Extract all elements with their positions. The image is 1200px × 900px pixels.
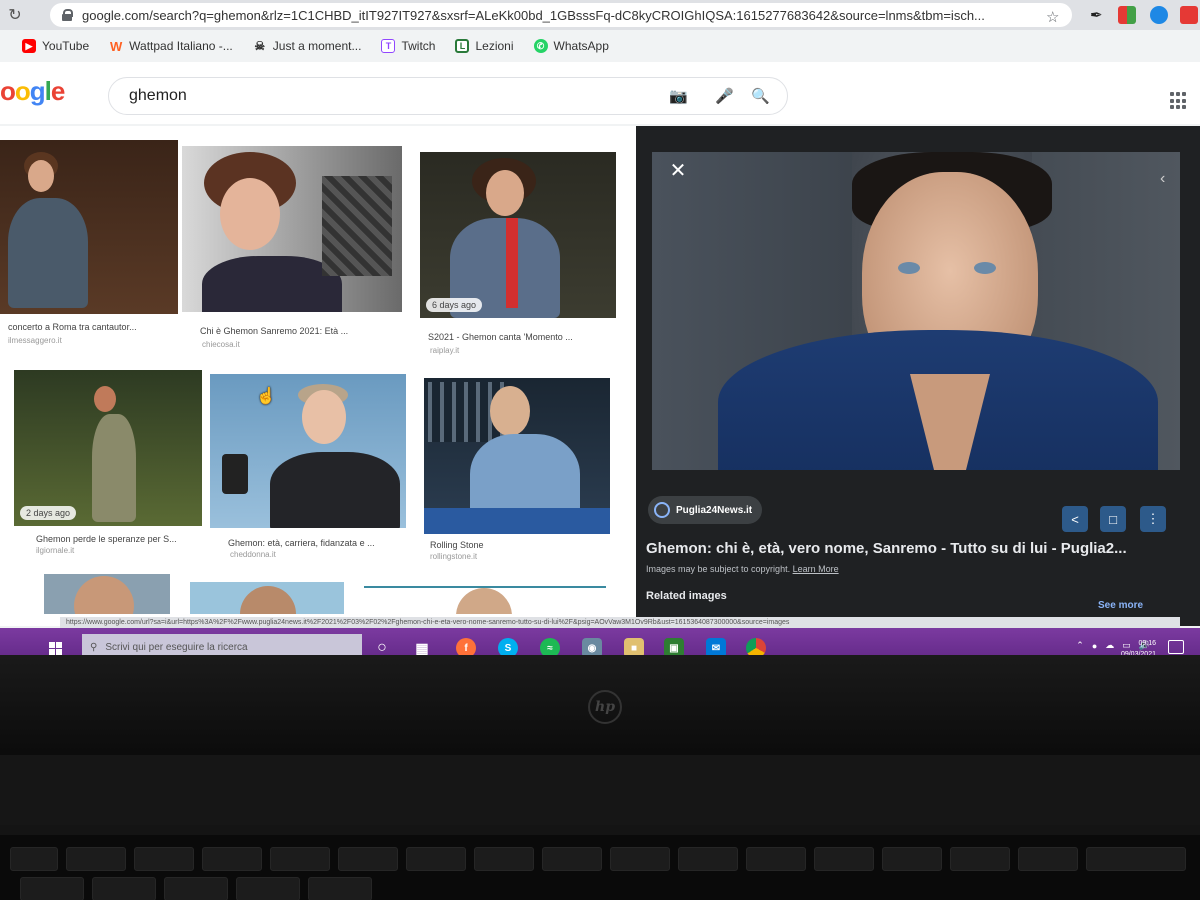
related-images-heading: Related images xyxy=(646,590,727,602)
cloud-icon[interactable]: ☁ xyxy=(1105,640,1114,651)
preview-title[interactable]: Ghemon: chi è, età, vero nome, Sanremo -… xyxy=(646,540,1166,557)
result-title[interactable]: Chi è Ghemon Sanremo 2021: Età ... xyxy=(200,326,380,336)
bookmark-wattpad[interactable]: W Wattpad Italiano -... xyxy=(109,38,233,54)
laptop-keyboard xyxy=(0,835,1200,900)
result-thumbnail[interactable] xyxy=(190,582,344,614)
chevron-up-icon[interactable]: ⌃ xyxy=(1076,640,1084,651)
wattpad-icon: W xyxy=(110,38,123,54)
save-bookmark-icon[interactable]: □ xyxy=(1100,506,1126,532)
result-thumbnail[interactable] xyxy=(364,586,606,614)
bookmark-lezioni[interactable]: L Lezioni xyxy=(455,39,514,53)
lock-icon xyxy=(62,9,73,21)
twitch-icon: T xyxy=(381,39,396,53)
url-text[interactable]: google.com/search?q=ghemon&rlz=1C1CHBD_i… xyxy=(82,8,1042,23)
result-thumbnail[interactable] xyxy=(0,140,178,314)
time-badge: 6 days ago xyxy=(426,298,483,312)
result-source: chiecosa.it xyxy=(202,340,240,349)
image-results: concerto a Roma tra cantautor... ilmessa… xyxy=(0,126,636,626)
laptop-hinge xyxy=(0,755,1200,825)
more-options-icon[interactable]: ⋮ xyxy=(1140,506,1166,532)
search-input[interactable]: ghemon 📷 🎤 🔍 xyxy=(108,77,788,115)
result-title[interactable]: Ghemon perde le speranze per S... xyxy=(36,534,196,544)
copyright-notice: Images may be subject to copyright. Lear… xyxy=(646,564,839,574)
search-icon[interactable]: 🔍 xyxy=(751,87,770,105)
hp-logo: hp xyxy=(588,690,622,724)
lezioni-icon: L xyxy=(455,39,470,53)
result-thumbnail[interactable] xyxy=(182,146,402,312)
result-title[interactable]: Rolling Stone xyxy=(430,540,580,550)
search-icon: ⚲ xyxy=(90,641,98,653)
google-header: oogle ghemon 📷 🎤 🔍 xyxy=(0,62,1200,124)
google-logo[interactable]: oogle xyxy=(0,76,65,107)
preview-image[interactable] xyxy=(652,152,1180,470)
result-source: cheddonna.it xyxy=(230,550,276,559)
time-badge: 2 days ago xyxy=(20,506,77,520)
reload-icon[interactable]: ↻ xyxy=(0,5,30,25)
learn-more-link[interactable]: Learn More xyxy=(793,564,839,574)
screen: ↻ google.com/search?q=ghemon&rlz=1C1CHBD… xyxy=(0,0,1200,680)
globe-icon xyxy=(654,502,670,518)
bookmark-youtube[interactable]: ▶ YouTube xyxy=(22,39,89,53)
result-source: ilmessaggero.it xyxy=(8,336,62,345)
result-thumbnail[interactable] xyxy=(44,574,170,614)
see-more-link[interactable]: See more xyxy=(1098,600,1143,611)
result-thumbnail[interactable]: 6 days ago xyxy=(420,152,616,318)
result-thumbnail[interactable]: 2 days ago xyxy=(14,370,202,526)
extension-red-icon[interactable] xyxy=(1180,6,1198,24)
share-icon[interactable]: < xyxy=(1062,506,1088,532)
extension-pen-icon[interactable]: ✒ xyxy=(1090,6,1108,24)
bookmark-just-a-moment[interactable]: ☠ Just a moment... xyxy=(253,39,361,53)
hand-cursor-icon: ☝ xyxy=(256,388,276,405)
result-source: raiplay.it xyxy=(430,346,460,355)
apps-grid-icon[interactable] xyxy=(1170,92,1188,110)
omnibox[interactable]: google.com/search?q=ghemon&rlz=1C1CHBD_i… xyxy=(50,3,1072,27)
close-preview-icon[interactable]: ✕ xyxy=(668,161,688,182)
result-title[interactable]: Ghemon: età, carriera, fidanzata e ... xyxy=(228,538,396,548)
bookmark-twitch[interactable]: T Twitch xyxy=(381,39,435,53)
chevron-left-icon[interactable]: ‹ xyxy=(1160,170,1165,188)
extension-blue-icon[interactable] xyxy=(1150,6,1168,24)
extension-office-icon[interactable] xyxy=(1118,6,1136,24)
result-title[interactable]: concerto a Roma tra cantautor... xyxy=(8,322,178,332)
result-title[interactable]: S2021 - Ghemon canta 'Momento ... xyxy=(428,332,608,342)
network-icon[interactable]: ● xyxy=(1092,641,1097,651)
skull-icon: ☠ xyxy=(254,39,266,53)
camera-icon[interactable]: 📷 xyxy=(669,87,688,105)
result-source: ilgiornale.it xyxy=(36,546,75,555)
whatsapp-icon: ✆ xyxy=(533,39,548,53)
search-query[interactable]: ghemon xyxy=(129,87,187,105)
notifications-icon[interactable] xyxy=(1168,640,1184,654)
result-thumbnail[interactable] xyxy=(210,374,406,528)
result-source: rollingstone.it xyxy=(430,552,478,561)
bookmarks-bar: ▶ YouTube W Wattpad Italiano -... ☠ Just… xyxy=(0,32,1200,60)
youtube-icon: ▶ xyxy=(22,39,36,53)
result-thumbnail[interactable] xyxy=(424,378,610,534)
microphone-icon[interactable]: 🎤 xyxy=(715,87,734,105)
preview-source-chip[interactable]: Puglia24News.it xyxy=(648,496,763,524)
bookmark-whatsapp[interactable]: ✆ WhatsApp xyxy=(533,39,609,53)
